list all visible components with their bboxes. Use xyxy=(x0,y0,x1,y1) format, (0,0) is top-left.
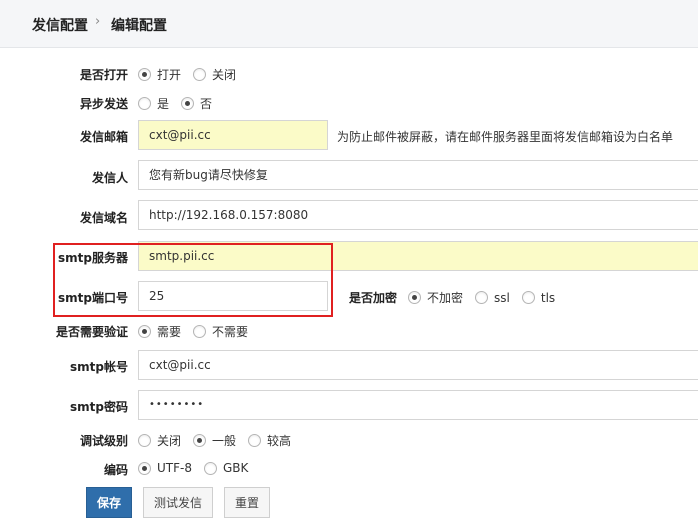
radio-checked-icon[interactable] xyxy=(181,97,195,110)
breadcrumb-current: 编辑配置 xyxy=(111,18,167,34)
radio-unchecked-icon[interactable] xyxy=(203,461,217,475)
charset-label: 编码 xyxy=(103,463,128,477)
page-header: 发信配置 › 编辑配置 xyxy=(0,0,698,48)
debug-level-radio-group: 关闭 一般 较高 xyxy=(138,432,303,449)
enable-option-on[interactable]: 打开 xyxy=(138,66,181,83)
save-button[interactable]: 保存 xyxy=(86,487,132,518)
radio-checked-icon[interactable] xyxy=(138,461,151,475)
annotation-highlight-box xyxy=(53,243,333,317)
need-auth-radio-group: 需要 不需要 xyxy=(138,323,260,340)
charset-option-gbk[interactable]: GBK xyxy=(203,461,248,475)
encryption-radio-group: 不加密 ssl tls xyxy=(408,289,567,306)
debug-level-option-high[interactable]: 较高 xyxy=(248,432,291,449)
smtp-password-input[interactable]: •••••••• xyxy=(138,390,698,420)
sender-name-label: 发信人 xyxy=(91,171,128,185)
chevron-right-icon: › xyxy=(95,14,101,29)
radio-checked-icon[interactable] xyxy=(193,434,207,447)
radio-unchecked-icon[interactable] xyxy=(193,68,207,81)
breadcrumb-parent[interactable]: 发信配置 xyxy=(32,15,88,35)
async-label: 异步发送 xyxy=(79,97,128,111)
need-auth-option-no[interactable]: 不需要 xyxy=(193,323,248,340)
encryption-label: 是否加密 xyxy=(349,291,398,305)
sender-email-label: 发信邮箱 xyxy=(79,130,128,144)
radio-unchecked-icon[interactable] xyxy=(521,291,535,304)
enable-radio-group: 打开 关闭 xyxy=(138,66,248,83)
radio-checked-icon[interactable] xyxy=(408,291,421,304)
test-send-button[interactable]: 测试发信 xyxy=(143,487,213,518)
sender-domain-input[interactable]: http://192.168.0.157:8080 xyxy=(138,200,698,230)
radio-unchecked-icon[interactable] xyxy=(193,325,207,338)
radio-checked-icon[interactable] xyxy=(138,68,151,81)
async-option-yes[interactable]: 是 xyxy=(138,95,169,112)
smtp-password-label: smtp密码 xyxy=(70,400,128,414)
debug-level-label: 调试级别 xyxy=(79,434,128,448)
radio-unchecked-icon[interactable] xyxy=(138,97,151,110)
smtp-account-label: smtp帐号 xyxy=(70,360,128,374)
sender-name-input[interactable]: 您有新bug请尽快修复 xyxy=(138,160,698,190)
charset-radio-group: UTF-8 GBK xyxy=(138,461,260,475)
encryption-option-tls[interactable]: tls xyxy=(521,291,555,305)
enable-label: 是否打开 xyxy=(79,68,128,82)
encryption-option-ssl[interactable]: ssl xyxy=(475,291,510,305)
radio-unchecked-icon[interactable] xyxy=(248,434,262,447)
need-auth-label: 是否需要验证 xyxy=(55,325,128,339)
charset-option-utf8[interactable]: UTF-8 xyxy=(138,461,192,475)
debug-level-option-off[interactable]: 关闭 xyxy=(138,432,181,449)
async-radio-group: 是 否 xyxy=(138,95,224,112)
radio-unchecked-icon[interactable] xyxy=(475,291,489,304)
sender-email-input[interactable]: cxt@pii.cc xyxy=(138,120,328,150)
radio-unchecked-icon[interactable] xyxy=(138,434,151,447)
enable-option-off[interactable]: 关闭 xyxy=(193,66,236,83)
sender-email-hint: 为防止邮件被屏蔽，请在邮件服务器里面将发信邮箱设为白名单 xyxy=(337,130,674,144)
smtp-account-input[interactable]: cxt@pii.cc xyxy=(138,350,698,380)
sender-domain-label: 发信域名 xyxy=(79,211,128,225)
need-auth-option-yes[interactable]: 需要 xyxy=(138,323,181,340)
debug-level-option-normal[interactable]: 一般 xyxy=(193,432,236,449)
async-option-no[interactable]: 否 xyxy=(181,95,212,112)
encryption-option-none[interactable]: 不加密 xyxy=(408,289,463,306)
radio-checked-icon[interactable] xyxy=(138,325,151,338)
reset-button[interactable]: 重置 xyxy=(224,487,270,518)
